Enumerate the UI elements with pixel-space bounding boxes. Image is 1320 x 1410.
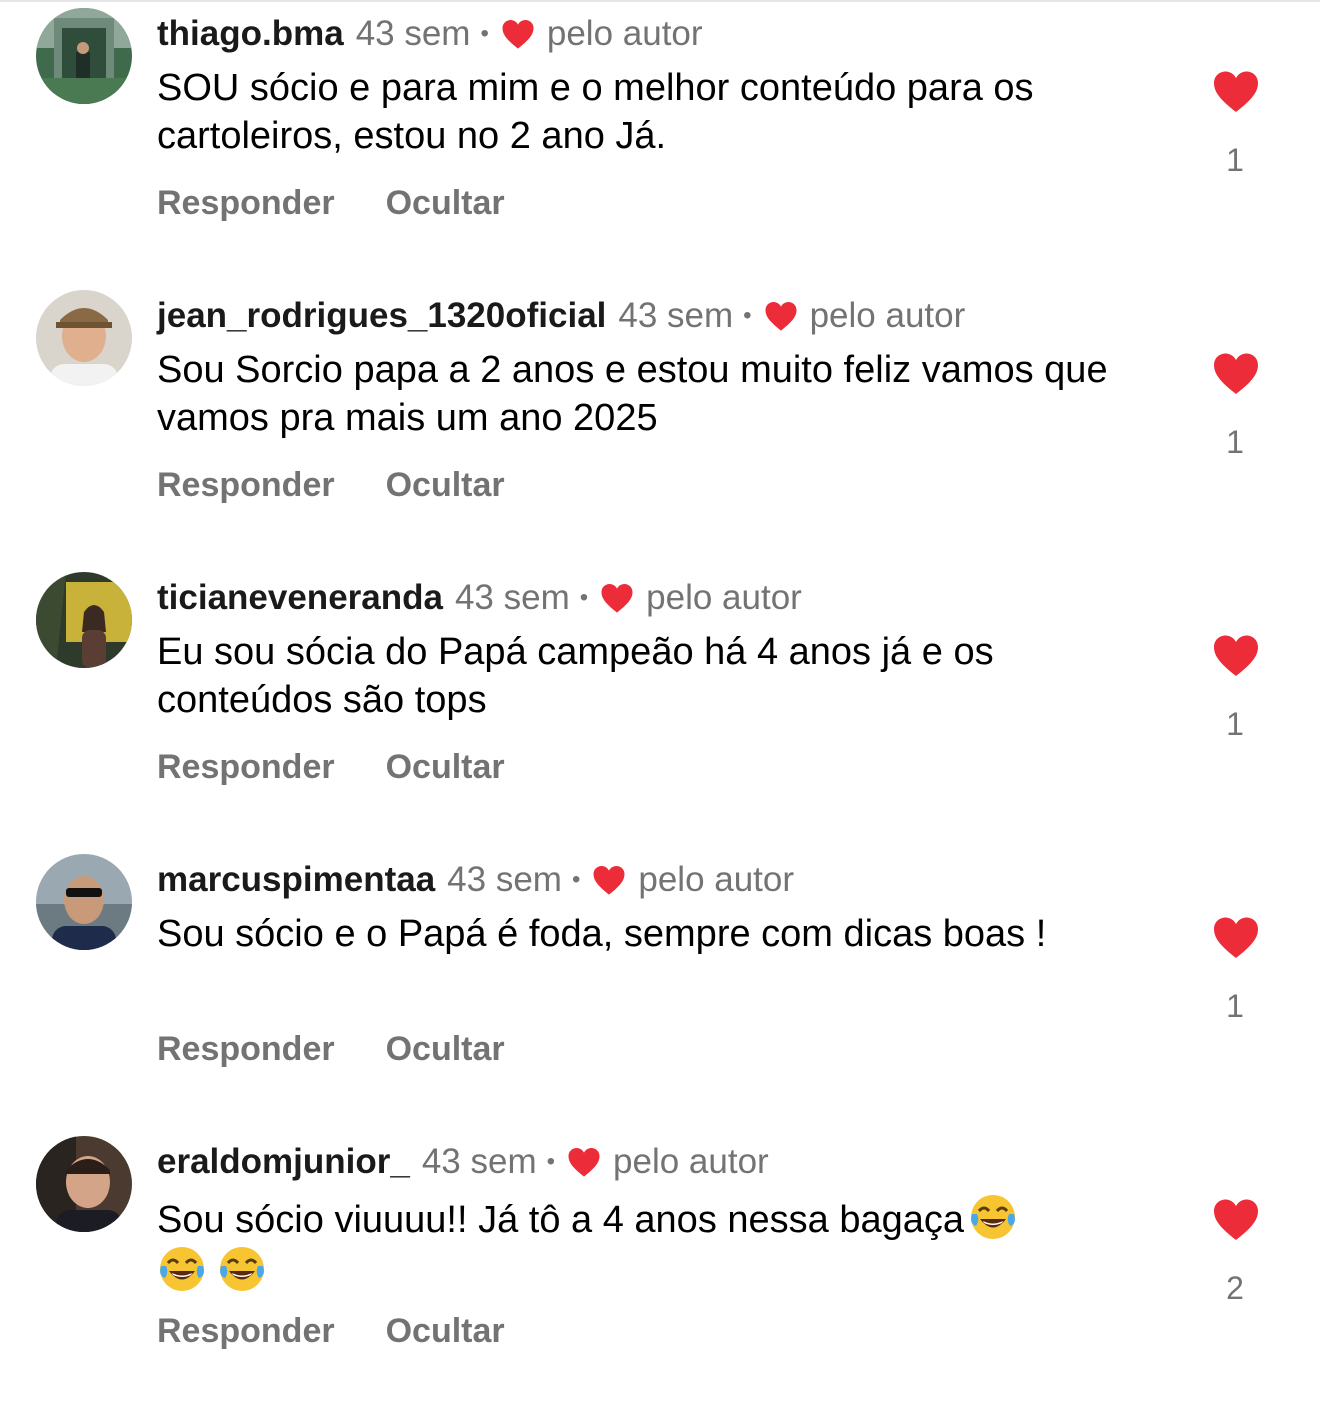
heart-icon [568, 1147, 600, 1177]
separator-dot: • [579, 584, 589, 611]
hide-button[interactable]: Ocultar [386, 748, 505, 787]
comment-item: thiago.bma 43 sem • pelo autor SOU sócio… [0, 0, 1320, 282]
separator-dot: • [743, 302, 752, 329]
like-heart-icon[interactable] [1212, 1198, 1260, 1242]
reply-button[interactable]: Responder [157, 1312, 335, 1351]
comment-time: 43 sem [355, 14, 471, 53]
avatar[interactable] [36, 1136, 132, 1232]
reply-button[interactable]: Responder [157, 1030, 335, 1069]
comment-text-body: Sou sócio viuuuu!! Já tô a 4 anos nessa … [157, 1199, 964, 1241]
avatar[interactable] [36, 290, 132, 386]
comment-text: Sou sócio viuuuu!! Já tô a 4 anos nessa … [157, 1192, 1177, 1296]
comment-meta: ticianeveneranda 43 sem • pelo autor [157, 578, 802, 618]
comment-actions: Responder Ocultar [157, 1312, 505, 1351]
comment-actions: Responder Ocultar [157, 184, 505, 223]
reply-button[interactable]: Responder [157, 184, 335, 223]
comment-item: jean_rodrigues_1320oficial 43 sem • pelo… [0, 282, 1320, 564]
heart-icon [765, 301, 797, 331]
like-count[interactable]: 1 [1195, 142, 1275, 179]
comment-actions: Responder Ocultar [157, 748, 505, 787]
comment-actions: Responder Ocultar [157, 1030, 505, 1069]
like-heart-icon[interactable] [1212, 70, 1260, 114]
hide-button[interactable]: Ocultar [386, 184, 505, 223]
avatar[interactable] [36, 572, 132, 668]
avatar[interactable] [36, 8, 132, 104]
comment-text: Sou Sorcio papa a 2 anos e estou muito f… [157, 349, 1108, 439]
username[interactable]: marcuspimentaa [157, 860, 435, 900]
reply-button[interactable]: Responder [157, 466, 335, 505]
heart-icon [601, 583, 633, 613]
reply-button[interactable]: Responder [157, 748, 335, 787]
avatar[interactable] [36, 854, 132, 950]
comment-text: Sou sócio e o Papá é foda, sempre com di… [157, 913, 1047, 955]
comment-item: ticianeveneranda 43 sem • pelo autor Eu … [0, 564, 1320, 846]
comment-actions: Responder Ocultar [157, 466, 505, 505]
separator-dot: • [480, 20, 489, 47]
like-heart-icon[interactable] [1212, 634, 1260, 678]
comment-meta: marcuspimentaa 43 sem • pelo autor [157, 860, 794, 900]
username[interactable]: eraldomjunior_ [157, 1142, 410, 1182]
username[interactable]: thiago.bma [157, 14, 344, 54]
like-count[interactable]: 1 [1195, 988, 1275, 1025]
like-heart-icon[interactable] [1212, 352, 1260, 396]
comment-meta: thiago.bma 43 sem • pelo autor [157, 14, 703, 54]
liked-by-author-label: pelo autor [613, 1142, 769, 1181]
separator-dot: • [571, 866, 581, 893]
like-count[interactable]: 2 [1195, 1270, 1275, 1307]
hide-button[interactable]: Ocultar [386, 1312, 505, 1351]
like-count[interactable]: 1 [1195, 706, 1275, 743]
tears-of-joy-emoji-icon [220, 1247, 264, 1291]
like-count[interactable]: 1 [1195, 424, 1275, 461]
comment-meta: jean_rodrigues_1320oficial 43 sem • pelo… [157, 296, 965, 336]
comment-meta: eraldomjunior_ 43 sem • pelo autor [157, 1142, 769, 1182]
hide-button[interactable]: Ocultar [386, 1030, 505, 1069]
liked-by-author-label: pelo autor [638, 860, 795, 899]
like-heart-icon[interactable] [1212, 916, 1260, 960]
heart-icon [593, 865, 625, 895]
tears-of-joy-emoji-icon [160, 1247, 204, 1291]
tears-of-joy-emoji-icon [971, 1195, 1015, 1239]
hide-button[interactable]: Ocultar [386, 466, 505, 505]
comment-emojis: 😂😂😂 [964, 1192, 965, 1193]
comment-item: eraldomjunior_ 43 sem • pelo autor Sou s… [0, 1128, 1320, 1410]
separator-dot: • [546, 1148, 556, 1175]
heart-icon [502, 19, 534, 49]
comment-text: SOU sócio e para mim e o melhor conteúdo… [157, 67, 1034, 157]
comment-time: 43 sem [447, 860, 562, 899]
liked-by-author-label: pelo autor [809, 296, 966, 335]
comment-text: Eu sou sócia do Papá campeão há 4 anos j… [157, 631, 994, 721]
liked-by-author-label: pelo autor [546, 14, 703, 53]
comment-time: 43 sem [454, 578, 570, 617]
comment-time: 43 sem [421, 1142, 537, 1181]
username[interactable]: ticianeveneranda [157, 578, 443, 618]
comment-time: 43 sem [618, 296, 734, 335]
liked-by-author-label: pelo autor [646, 578, 802, 617]
username[interactable]: jean_rodrigues_1320oficial [157, 296, 606, 336]
comment-item: marcuspimentaa 43 sem • pelo autor Sou s… [0, 846, 1320, 1128]
